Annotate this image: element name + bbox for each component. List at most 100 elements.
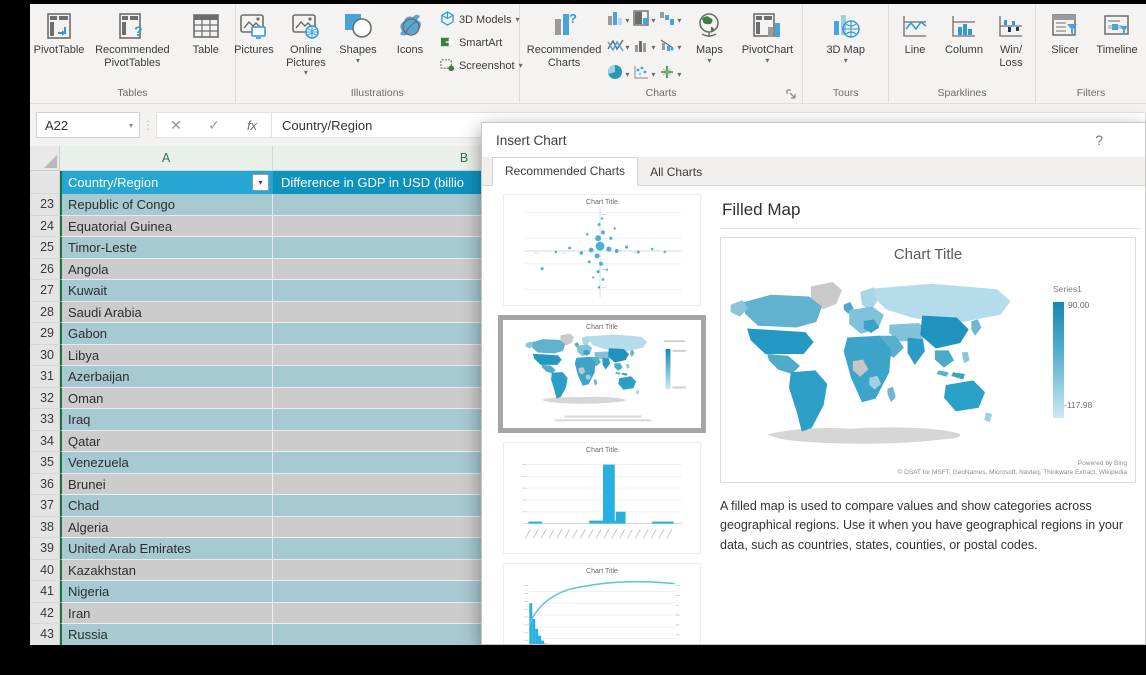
thumbnail-histogram[interactable]: Chart Title: [503, 442, 701, 554]
cell-country[interactable]: Chad: [60, 495, 273, 517]
row-number[interactable]: 43: [30, 624, 60, 646]
pictures-button[interactable]: Pictures: [229, 6, 279, 60]
cell-country[interactable]: Libya: [60, 345, 273, 367]
cell-country[interactable]: United Arab Emirates: [60, 538, 273, 560]
line-chart-button[interactable]: ▾: [606, 36, 630, 59]
name-box-caret-icon[interactable]: ▾: [129, 121, 139, 130]
bar-chart-button[interactable]: ▾: [632, 36, 656, 59]
3d-map-button[interactable]: 3D Map ▾: [821, 6, 871, 68]
chart-preview-pane: Filled Map Chart Title Series1 90.00 -1: [720, 186, 1140, 555]
hierarchy-chart-icon: [633, 10, 650, 31]
icons-button[interactable]: Icons: [385, 6, 435, 60]
row-number[interactable]: 26: [30, 259, 60, 281]
row-number[interactable]: 37: [30, 495, 60, 517]
cell-country[interactable]: Azerbaijan: [60, 366, 273, 388]
table-header-row-number[interactable]: [30, 171, 60, 194]
table-header-country[interactable]: Country/Region ▾: [60, 171, 273, 194]
formula-bar-grip-icon[interactable]: ⋮: [140, 118, 156, 132]
scatter-chart-button[interactable]: ▾: [632, 63, 656, 86]
cell-country[interactable]: Kuwait: [60, 280, 273, 302]
row-number[interactable]: 35: [30, 452, 60, 474]
name-box[interactable]: A22 ▾: [36, 112, 140, 138]
cell-country[interactable]: Algeria: [60, 517, 273, 539]
charts-dialog-launcher-icon[interactable]: [785, 87, 799, 101]
tab-recommended-charts[interactable]: Recommended Charts: [492, 157, 638, 186]
tab-all-charts[interactable]: All Charts: [638, 159, 714, 186]
cell-country[interactable]: Angola: [60, 259, 273, 281]
cancel-button[interactable]: ✕: [157, 117, 195, 134]
help-icon[interactable]: ?: [1095, 132, 1103, 148]
row-number[interactable]: 36: [30, 474, 60, 496]
cell-country[interactable]: Nigeria: [60, 581, 273, 603]
row-number[interactable]: 29: [30, 323, 60, 345]
row-number[interactable]: 40: [30, 560, 60, 582]
smartart-button[interactable]: SmartArt: [437, 33, 526, 53]
online-pictures-button[interactable]: Online Pictures ▾: [281, 6, 331, 80]
stock-chart-button[interactable]: ▾: [658, 36, 682, 59]
pivottable-button[interactable]: PivotTable: [34, 6, 84, 60]
pivotchart-button[interactable]: PivotChart ▾: [736, 6, 798, 68]
timeline-button[interactable]: Timeline: [1092, 6, 1142, 60]
row-number[interactable]: 32: [30, 388, 60, 410]
cell-country[interactable]: Saudi Arabia: [60, 302, 273, 324]
cell-country[interactable]: Qatar: [60, 431, 273, 453]
row-number[interactable]: 28: [30, 302, 60, 324]
cell-country[interactable]: Iran: [60, 603, 273, 625]
thumbnail-filled-map[interactable]: Chart Title: [498, 315, 706, 433]
row-number[interactable]: 30: [30, 345, 60, 367]
legend-series-label: Series1: [1053, 284, 1117, 294]
thumbnail-pareto[interactable]: Chart Title: [503, 563, 701, 645]
shapes-button[interactable]: Shapes ▾: [333, 6, 383, 68]
sparkline-line-button[interactable]: Line: [893, 6, 937, 60]
cell-country[interactable]: Kazakhstan: [60, 560, 273, 582]
combo-chart-button[interactable]: ▾: [658, 63, 682, 86]
3d-models-button[interactable]: 3D Models ▾: [437, 10, 526, 30]
screenshot-button[interactable]: Screenshot ▾: [437, 56, 526, 76]
hierarchy-chart-button[interactable]: ▾: [632, 9, 656, 32]
recommended-charts-icon: ?: [549, 9, 579, 43]
dialog-titlebar[interactable]: Insert Chart ?: [482, 123, 1145, 157]
table-button[interactable]: Table: [181, 6, 231, 60]
cell-country[interactable]: Venezuela: [60, 452, 273, 474]
cell-country[interactable]: Timor-Leste: [60, 237, 273, 259]
row-number[interactable]: 24: [30, 216, 60, 238]
cell-country[interactable]: Equatorial Guinea: [60, 216, 273, 238]
row-number[interactable]: 34: [30, 431, 60, 453]
column-chart-button[interactable]: ▾: [606, 9, 630, 32]
row-number[interactable]: 23: [30, 194, 60, 216]
cell-country[interactable]: Russia: [60, 624, 273, 646]
slicer-button[interactable]: Slicer: [1040, 6, 1090, 60]
filter-dropdown-icon[interactable]: ▾: [252, 174, 269, 191]
row-number[interactable]: 39: [30, 538, 60, 560]
row-number[interactable]: 42: [30, 603, 60, 625]
dialog-title: Insert Chart: [496, 133, 567, 148]
waterfall-chart-button[interactable]: ▾: [658, 9, 682, 32]
pie-chart-button[interactable]: ▾: [606, 63, 630, 86]
thumbnail-scatter[interactable]: Chart Title: [503, 194, 701, 306]
recommended-charts-button[interactable]: ? Recommended Charts: [524, 6, 605, 72]
maps-button[interactable]: Maps ▾: [684, 6, 734, 68]
chart-type-grid: ▾ ▾ ▾ ▾ ▾ ▾ ▾ ▾ ▾: [606, 6, 682, 86]
cell-country[interactable]: Gabon: [60, 323, 273, 345]
recommended-pivottables-button[interactable]: ? Recommended PivotTables: [86, 6, 179, 72]
insert-function-button[interactable]: fx: [233, 118, 271, 133]
attribution-bing: Powered by Bing: [898, 459, 1127, 469]
cell-country[interactable]: Republic of Congo: [60, 194, 273, 216]
row-number[interactable]: 25: [30, 237, 60, 259]
select-all-corner[interactable]: [30, 146, 60, 171]
3d-models-icon: [440, 11, 455, 29]
column-header-a[interactable]: A: [60, 146, 273, 171]
row-number[interactable]: 41: [30, 581, 60, 603]
cell-country[interactable]: Iraq: [60, 409, 273, 431]
row-number[interactable]: 33: [30, 409, 60, 431]
sparkline-winloss-button[interactable]: Win/ Loss: [991, 6, 1031, 72]
sparkline-column-button[interactable]: Column: [939, 6, 989, 60]
pie-chart-caret: ▾: [625, 71, 629, 79]
row-number[interactable]: 31: [30, 366, 60, 388]
row-number[interactable]: 38: [30, 517, 60, 539]
sparkline-column-icon: [950, 9, 978, 43]
row-number[interactable]: 27: [30, 280, 60, 302]
cell-country[interactable]: Brunei: [60, 474, 273, 496]
enter-button[interactable]: ✓: [195, 117, 233, 134]
cell-country[interactable]: Oman: [60, 388, 273, 410]
